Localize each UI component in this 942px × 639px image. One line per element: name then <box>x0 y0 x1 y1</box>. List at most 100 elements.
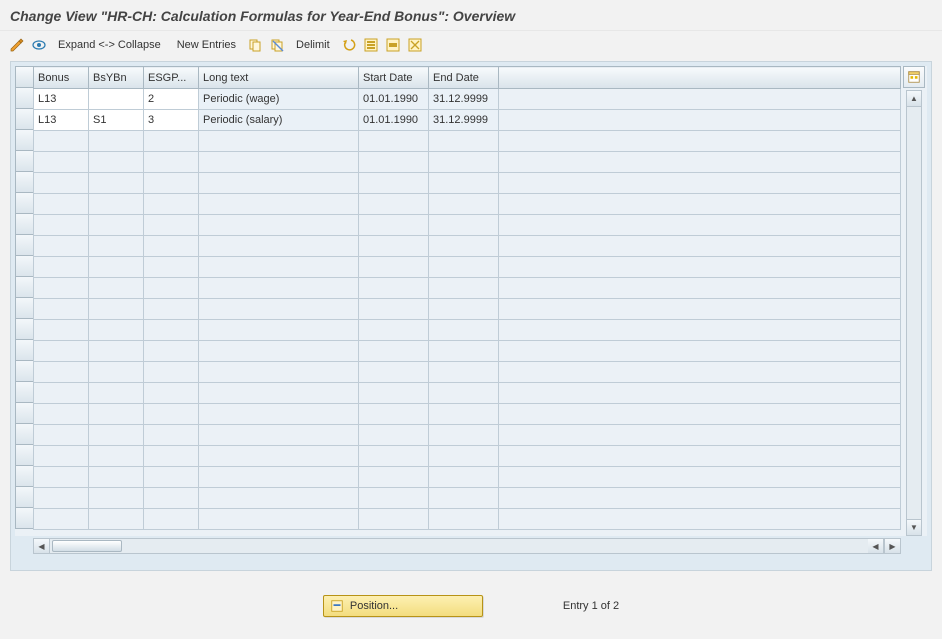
empty-cell[interactable] <box>89 173 144 194</box>
empty-cell[interactable] <box>359 467 429 488</box>
empty-cell[interactable] <box>89 236 144 257</box>
display-change-toggle-icon[interactable] <box>8 36 26 54</box>
empty-cell[interactable] <box>359 488 429 509</box>
other-view-icon[interactable] <box>30 36 48 54</box>
table-row[interactable] <box>34 257 901 278</box>
empty-cell[interactable] <box>359 131 429 152</box>
empty-cell[interactable] <box>199 278 359 299</box>
empty-cell[interactable] <box>34 467 89 488</box>
empty-cell[interactable] <box>144 446 199 467</box>
empty-cell[interactable] <box>199 404 359 425</box>
row-selector[interactable] <box>15 235 33 256</box>
table-row[interactable] <box>34 173 901 194</box>
cell-start-date[interactable]: 01.01.1990 <box>359 89 429 110</box>
table-row[interactable] <box>34 488 901 509</box>
empty-cell[interactable] <box>34 425 89 446</box>
empty-cell[interactable] <box>359 257 429 278</box>
empty-cell[interactable] <box>359 341 429 362</box>
empty-cell[interactable] <box>429 278 499 299</box>
empty-cell[interactable] <box>34 320 89 341</box>
empty-cell[interactable] <box>144 236 199 257</box>
empty-cell[interactable] <box>144 173 199 194</box>
select-all-icon[interactable] <box>362 36 380 54</box>
empty-cell[interactable] <box>144 362 199 383</box>
empty-cell[interactable] <box>499 278 901 299</box>
empty-cell[interactable] <box>429 194 499 215</box>
cell-esgp[interactable]: 2 <box>144 89 199 110</box>
row-selector[interactable] <box>15 109 33 130</box>
table-row[interactable] <box>34 194 901 215</box>
row-selector[interactable] <box>15 508 33 529</box>
empty-cell[interactable] <box>499 257 901 278</box>
empty-cell[interactable] <box>89 215 144 236</box>
empty-cell[interactable] <box>499 299 901 320</box>
empty-cell[interactable] <box>429 425 499 446</box>
empty-cell[interactable] <box>89 320 144 341</box>
empty-cell[interactable] <box>499 467 901 488</box>
col-end-date[interactable]: End Date <box>429 67 499 89</box>
scroll-up-icon[interactable]: ▲ <box>907 91 921 107</box>
empty-cell[interactable] <box>429 173 499 194</box>
new-entries-button[interactable]: New Entries <box>171 39 242 51</box>
row-selector[interactable] <box>15 340 33 361</box>
scroll-left-icon[interactable]: ◀ <box>34 539 50 553</box>
cell-start-date[interactable]: 01.01.1990 <box>359 110 429 131</box>
empty-cell[interactable] <box>144 194 199 215</box>
delete-icon[interactable] <box>268 36 286 54</box>
empty-cell[interactable] <box>499 131 901 152</box>
empty-cell[interactable] <box>144 320 199 341</box>
empty-cell[interactable] <box>199 131 359 152</box>
row-selector[interactable] <box>15 319 33 340</box>
row-selector[interactable] <box>15 361 33 382</box>
empty-cell[interactable] <box>429 488 499 509</box>
table-row[interactable] <box>34 152 901 173</box>
empty-cell[interactable] <box>89 194 144 215</box>
empty-cell[interactable] <box>144 467 199 488</box>
row-selector[interactable] <box>15 256 33 277</box>
scroll-right-icon[interactable]: ▶ <box>884 539 900 553</box>
empty-cell[interactable] <box>359 173 429 194</box>
table-row[interactable] <box>34 509 901 530</box>
select-block-icon[interactable] <box>384 36 402 54</box>
cell-bsybn[interactable]: S1 <box>89 110 144 131</box>
empty-cell[interactable] <box>34 299 89 320</box>
empty-cell[interactable] <box>359 278 429 299</box>
empty-cell[interactable] <box>34 278 89 299</box>
empty-cell[interactable] <box>199 320 359 341</box>
empty-cell[interactable] <box>499 383 901 404</box>
cell-end-date[interactable]: 31.12.9999 <box>429 110 499 131</box>
empty-cell[interactable] <box>429 404 499 425</box>
empty-cell[interactable] <box>34 236 89 257</box>
empty-cell[interactable] <box>429 341 499 362</box>
row-selector[interactable] <box>15 382 33 403</box>
empty-cell[interactable] <box>499 446 901 467</box>
empty-cell[interactable] <box>499 236 901 257</box>
empty-cell[interactable] <box>429 446 499 467</box>
scroll-down-icon[interactable]: ▼ <box>907 519 921 535</box>
row-selector[interactable] <box>15 445 33 466</box>
empty-cell[interactable] <box>89 299 144 320</box>
empty-cell[interactable] <box>144 488 199 509</box>
undo-icon[interactable] <box>340 36 358 54</box>
row-selector-header[interactable] <box>15 66 33 88</box>
empty-cell[interactable] <box>89 488 144 509</box>
cell-bonus[interactable]: L13 <box>34 89 89 110</box>
configure-columns-button[interactable] <box>903 66 925 88</box>
table-row[interactable]: L132Periodic (wage)01.01.199031.12.9999 <box>34 89 901 110</box>
delimit-button[interactable]: Delimit <box>290 39 336 51</box>
empty-cell[interactable] <box>359 194 429 215</box>
empty-cell[interactable] <box>144 152 199 173</box>
deselect-all-icon[interactable] <box>406 36 424 54</box>
empty-cell[interactable] <box>199 446 359 467</box>
empty-cell[interactable] <box>499 320 901 341</box>
empty-cell[interactable] <box>499 488 901 509</box>
row-selector[interactable] <box>15 403 33 424</box>
row-selector[interactable] <box>15 466 33 487</box>
horizontal-scrollbar[interactable]: ◀ ◀ ▶ <box>15 538 927 554</box>
empty-cell[interactable] <box>429 383 499 404</box>
empty-cell[interactable] <box>499 173 901 194</box>
empty-cell[interactable] <box>359 362 429 383</box>
table-row[interactable] <box>34 383 901 404</box>
empty-cell[interactable] <box>34 215 89 236</box>
table-row[interactable] <box>34 299 901 320</box>
